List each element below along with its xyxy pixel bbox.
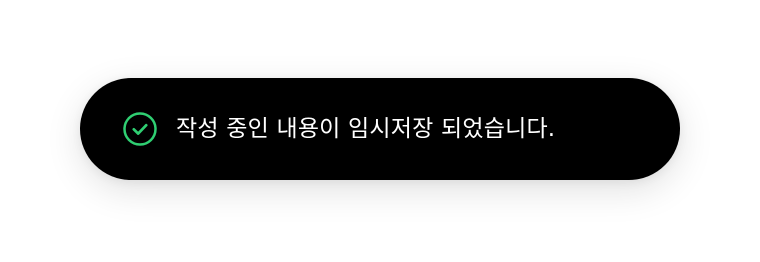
save-toast: 작성 중인 내용이 임시저장 되었습니다. [80,78,680,180]
check-circle-icon [122,111,158,147]
toast-message: 작성 중인 내용이 임시저장 되었습니다. [176,115,556,142]
